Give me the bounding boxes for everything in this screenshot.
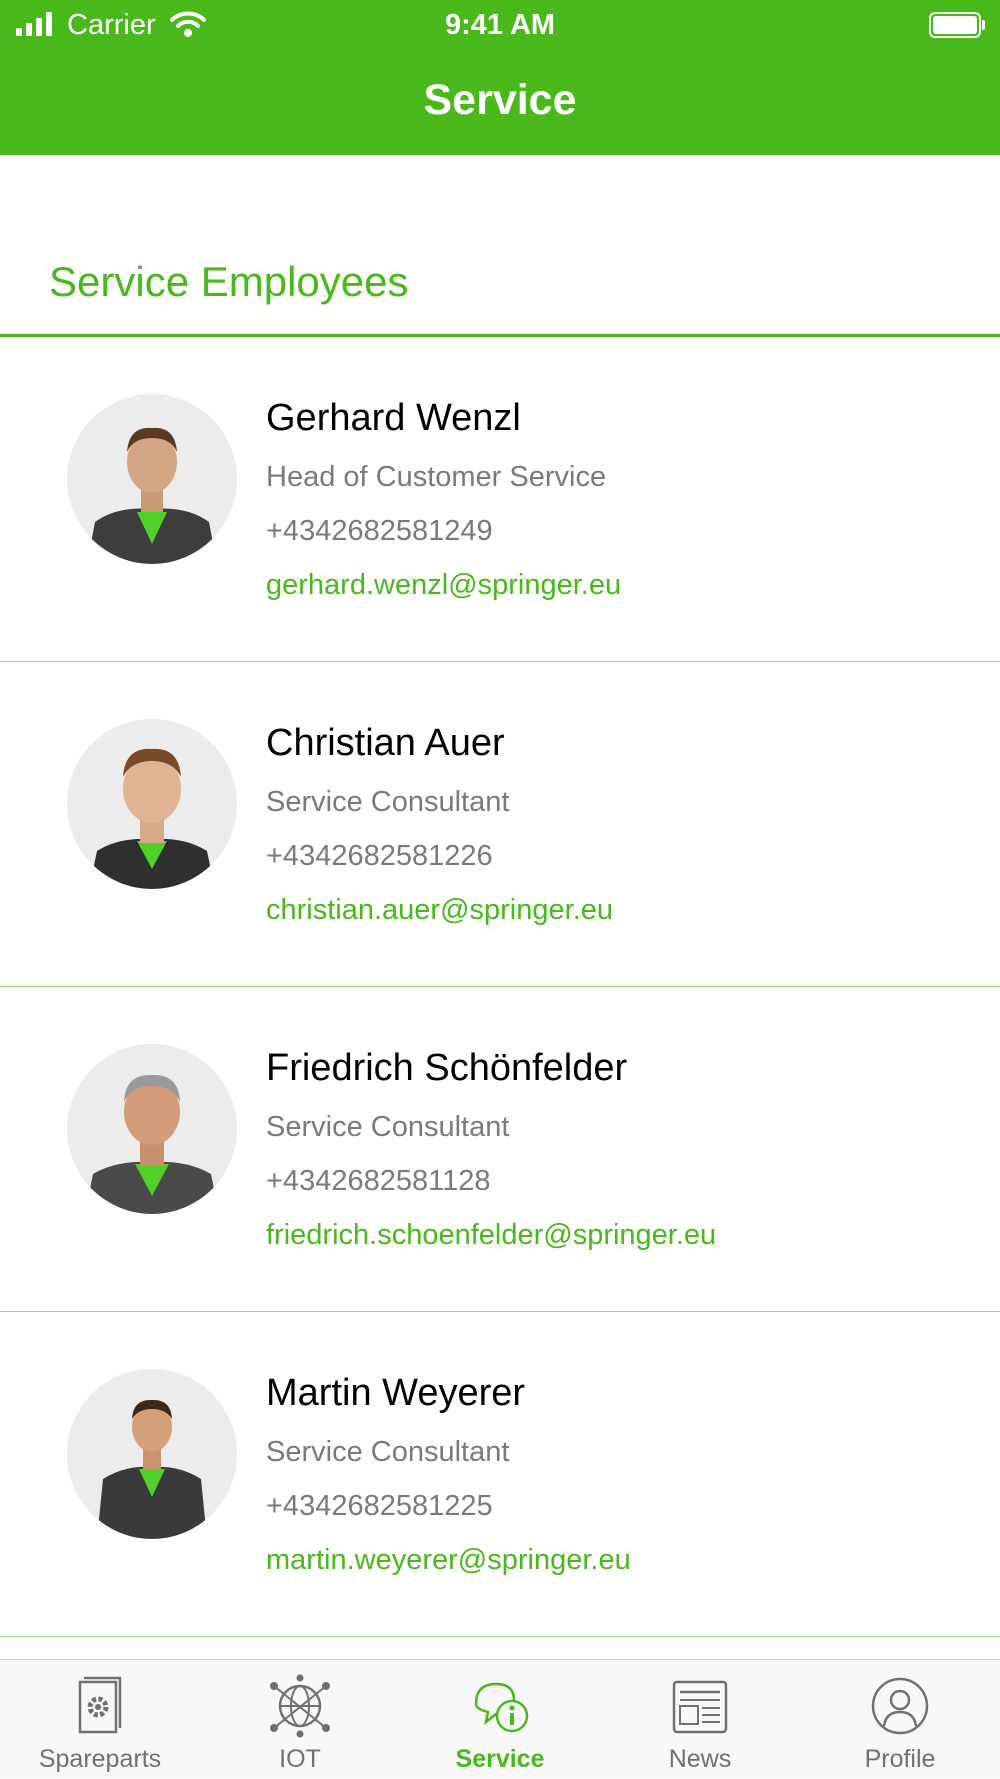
employee-name: Friedrich Schönfelder bbox=[266, 1047, 628, 1089]
tab-spareparts[interactable]: Spareparts bbox=[0, 1660, 200, 1779]
user-circle-icon bbox=[871, 1677, 929, 1735]
tab-label: Spareparts bbox=[38, 1745, 162, 1773]
employee-phone[interactable]: +4342682581225 bbox=[266, 1490, 493, 1523]
tab-label: Profile bbox=[864, 1745, 936, 1773]
employee-role: Service Consultant bbox=[266, 786, 510, 818]
employee-role: Head of Customer Service bbox=[266, 461, 607, 493]
employee-email[interactable]: friedrich.schoenfelder@springer.eu bbox=[266, 1219, 716, 1252]
tab-bar: Spareparts IOT Service News Profile bbox=[0, 1659, 1000, 1778]
employee-row[interactable]: Gerhard Wenzl Head of Customer Service +… bbox=[0, 337, 1000, 662]
employee-phone[interactable]: +4342682581249 bbox=[266, 515, 493, 548]
employee-name: Martin Weyerer bbox=[266, 1372, 526, 1414]
tab-label: Service bbox=[455, 1745, 545, 1773]
employee-list[interactable]: Gerhard Wenzl Head of Customer Service +… bbox=[0, 337, 1000, 1637]
avatar bbox=[67, 719, 237, 889]
employee-row[interactable]: Martin Weyerer Service Consultant +43426… bbox=[0, 1312, 1000, 1637]
navigation-bar: Carrier 9:41 AM Service bbox=[0, 0, 1000, 155]
tab-news[interactable]: News bbox=[600, 1660, 800, 1779]
status-time: 9:41 AM bbox=[444, 9, 556, 41]
employee-name: Christian Auer bbox=[266, 722, 505, 764]
tab-iot[interactable]: IOT bbox=[200, 1660, 400, 1779]
tab-label: News bbox=[668, 1745, 732, 1773]
employee-email[interactable]: gerhard.wenzl@springer.eu bbox=[266, 569, 621, 602]
employee-role: Service Consultant bbox=[266, 1436, 510, 1468]
page-title: Service bbox=[423, 76, 577, 124]
employee-email[interactable]: christian.auer@springer.eu bbox=[266, 894, 613, 927]
newspaper-icon bbox=[672, 1680, 728, 1734]
chat-info-icon bbox=[474, 1682, 529, 1733]
employee-name: Gerhard Wenzl bbox=[266, 397, 521, 439]
tab-label: IOT bbox=[279, 1745, 321, 1773]
network-globe-icon bbox=[270, 1674, 330, 1738]
tab-service[interactable]: Service bbox=[400, 1660, 600, 1779]
employee-phone[interactable]: +4342682581128 bbox=[266, 1165, 490, 1198]
employee-role: Service Consultant bbox=[266, 1111, 510, 1143]
employee-row[interactable]: Christian Auer Service Consultant +43426… bbox=[0, 662, 1000, 987]
employee-email[interactable]: martin.weyerer@springer.eu bbox=[266, 1544, 631, 1577]
employee-phone[interactable]: +4342682581226 bbox=[266, 840, 493, 873]
book-gear-icon bbox=[78, 1676, 122, 1734]
avatar bbox=[67, 1369, 237, 1539]
employee-row[interactable]: Friedrich Schönfelder Service Consultant… bbox=[0, 987, 1000, 1312]
status-bar: Carrier 9:41 AM bbox=[0, 0, 1000, 52]
avatar bbox=[67, 1044, 237, 1214]
avatar bbox=[67, 394, 237, 564]
tab-profile[interactable]: Profile bbox=[800, 1660, 1000, 1779]
battery-icon bbox=[929, 12, 985, 38]
section-title: Service Employees bbox=[49, 258, 409, 305]
